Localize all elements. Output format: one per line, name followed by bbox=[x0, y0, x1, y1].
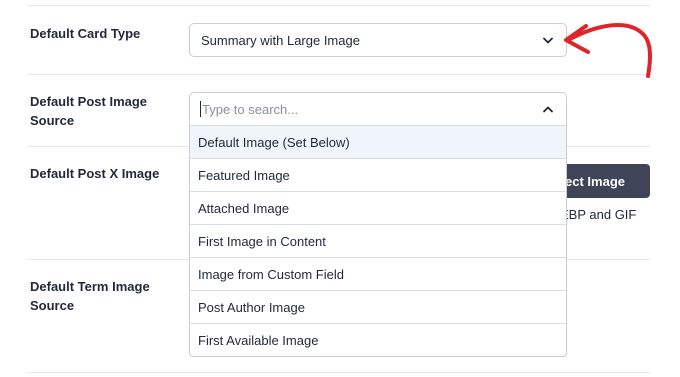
option-image-from-custom-field[interactable]: Image from Custom Field bbox=[190, 257, 566, 290]
post-image-source-label-line2: Source bbox=[30, 113, 75, 128]
search-input[interactable] bbox=[200, 101, 500, 117]
option-post-author-image[interactable]: Post Author Image bbox=[190, 290, 566, 323]
option-first-available-image[interactable]: First Available Image bbox=[190, 323, 566, 356]
settings-page: Default Card Type Summary with Large Ima… bbox=[0, 0, 680, 377]
card-type-select[interactable]: Summary with Large Image bbox=[189, 23, 567, 57]
post-image-source-label-line1: Default Post Image bbox=[30, 94, 148, 109]
card-type-label-text: Default Card Type bbox=[30, 26, 141, 41]
divider bbox=[28, 5, 650, 6]
option-first-image-in-content[interactable]: First Image in Content bbox=[190, 224, 566, 257]
option-featured-image[interactable]: Featured Image bbox=[190, 158, 566, 191]
card-type-selected-value: Summary with Large Image bbox=[201, 32, 360, 48]
post-x-image-label-text: Default Post X Image bbox=[30, 166, 160, 181]
option-default-image[interactable]: Default Image (Set Below) bbox=[190, 125, 566, 158]
card-type-label: Default Card Type bbox=[30, 24, 140, 43]
option-attached-image[interactable]: Attached Image bbox=[190, 191, 566, 224]
divider bbox=[28, 372, 650, 373]
post-image-source-options: Default Image (Set Below) Featured Image… bbox=[189, 125, 567, 357]
post-image-source-label: Default Post Image Source bbox=[30, 92, 147, 130]
post-x-image-label: Default Post X Image bbox=[30, 164, 159, 183]
divider bbox=[28, 74, 650, 75]
chevron-up-icon[interactable] bbox=[542, 103, 554, 115]
select-image-button-label: lect Image bbox=[561, 173, 625, 189]
chevron-down-icon bbox=[542, 34, 554, 46]
red-arrow-icon bbox=[564, 23, 652, 78]
term-image-source-label-line1: Default Term Image bbox=[30, 279, 150, 294]
allowed-formats-text: EBP and GIF bbox=[560, 207, 637, 222]
term-image-source-label-line2: Source bbox=[30, 298, 75, 313]
term-image-source-label: Default Term Image Source bbox=[30, 277, 150, 315]
post-image-source-search[interactable] bbox=[189, 92, 567, 126]
